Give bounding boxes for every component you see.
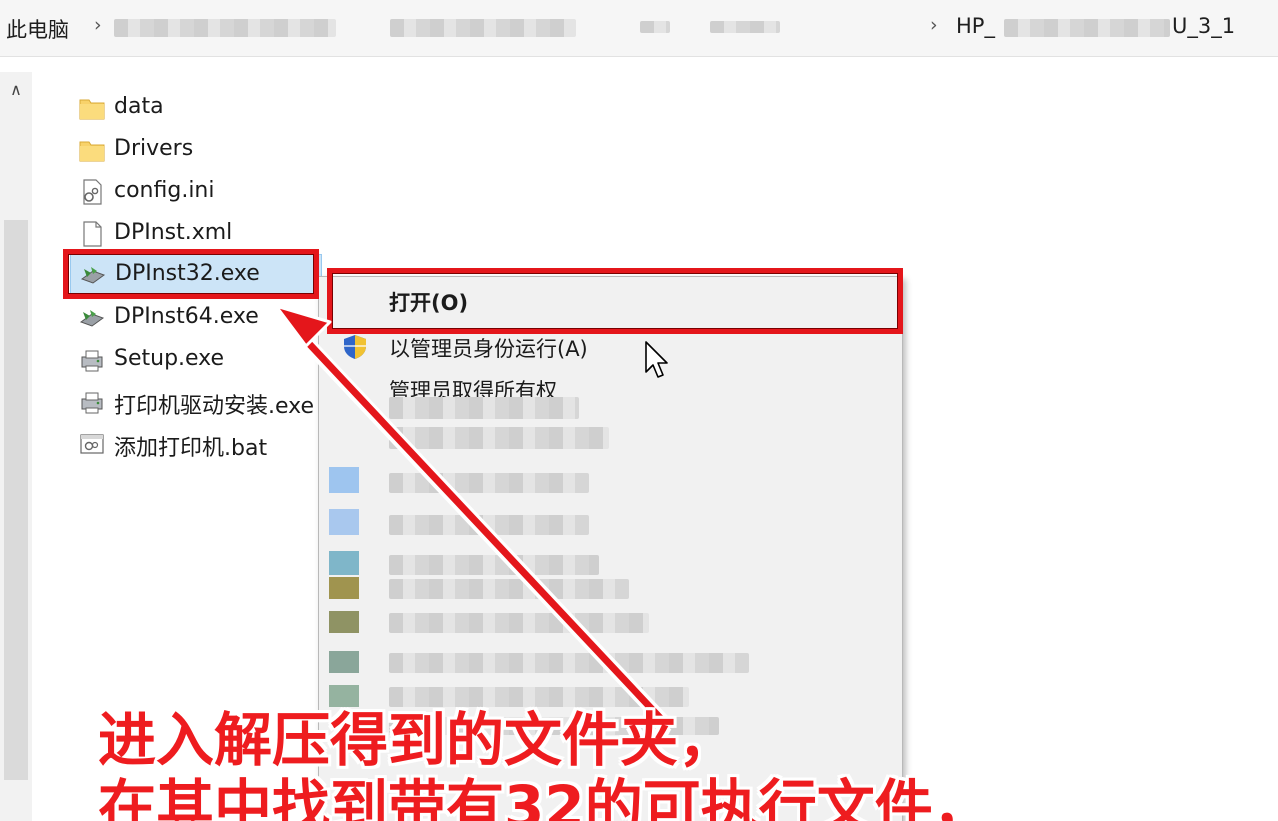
explorer-window: 此电脑 › › HP_ U_3_1 ∧ data Drivers config.… [0, 0, 1278, 821]
annotation-caption-line-2: 在其中找到带有32的可执行文件， [98, 773, 991, 821]
